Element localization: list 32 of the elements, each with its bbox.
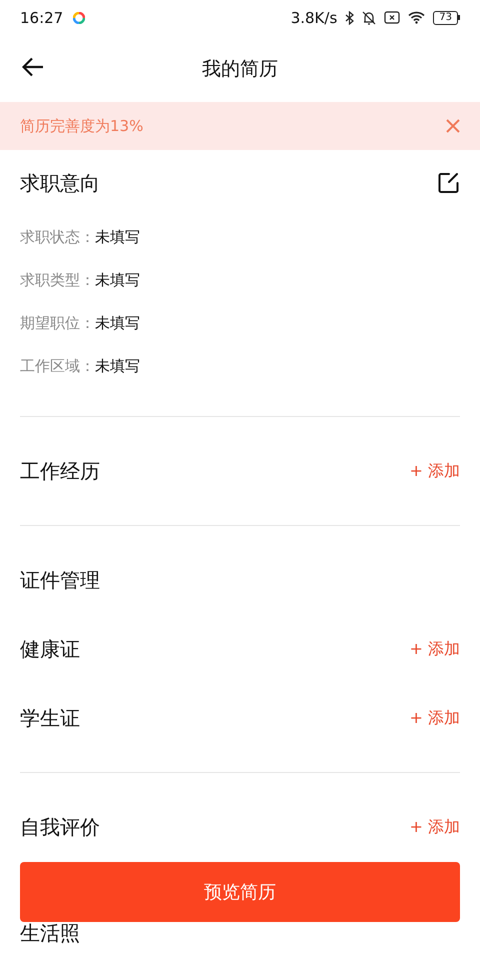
section-title: 证件管理 [20,567,100,594]
section-title: 自我评价 [20,814,100,840]
app-logo-icon [73,12,86,24]
add-link[interactable]: + 添加 [410,708,460,729]
section-title: 求职意向 [20,170,100,196]
sim-off-icon [384,11,400,24]
section-title: 生活照 [20,920,80,947]
add-link[interactable]: + 添加 [410,816,460,838]
field-value: 未填写 [95,357,140,376]
field-label: 求职类型： [20,271,95,290]
item-title: 健康证 [20,636,80,663]
preview-resume-button[interactable]: 预览简历 [20,862,460,922]
field-value: 未填写 [95,271,140,290]
muted-bell-icon [362,10,376,24]
add-link[interactable]: + 添加 [410,639,460,660]
clock: 16:27 [20,8,64,26]
item-title: 学生证 [20,705,80,732]
section-title: 工作经历 [20,458,100,484]
back-arrow-icon[interactable] [22,57,44,77]
bluetooth-icon [345,10,354,24]
field-value: 未填写 [95,314,140,333]
battery-icon: 73 [433,10,460,24]
field-label: 期望职位： [20,314,95,333]
network-speed: 3.8K/s [290,8,338,26]
field-value: 未填写 [95,228,140,247]
page-title: 我的简历 [202,56,278,82]
field-label: 工作区域： [20,357,95,376]
field-label: 求职状态： [20,228,95,247]
edit-icon[interactable] [438,172,460,194]
add-link[interactable]: + 添加 [410,460,460,482]
completion-text: 简历完善度为13% [20,116,144,136]
wifi-icon [408,11,426,24]
